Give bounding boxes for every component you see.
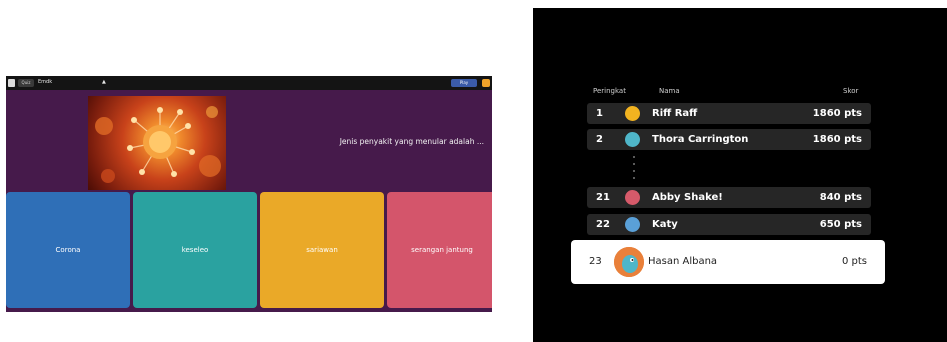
row-rank: 22 bbox=[596, 219, 610, 230]
leaderboard-row: 1 Riff Raff 1860 pts bbox=[587, 103, 871, 124]
row-name: Katy bbox=[652, 219, 678, 230]
avatar-icon bbox=[625, 132, 640, 147]
answer-option-3[interactable]: sariawan bbox=[260, 192, 384, 308]
row-name: Riff Raff bbox=[652, 108, 698, 119]
toolbar-indicator-icon: ▲ bbox=[102, 79, 106, 85]
answer-option-2[interactable]: keseleo bbox=[133, 192, 257, 308]
row-score: 840 pts bbox=[819, 192, 862, 203]
answer-label: keseleo bbox=[181, 246, 209, 254]
current-player-row: 23 Hasan Albana 0 pts bbox=[571, 240, 885, 284]
toolbar-title: Emdk bbox=[38, 79, 53, 85]
row-rank: 2 bbox=[596, 134, 603, 145]
name-column-header: Nama bbox=[659, 87, 680, 95]
quiz-toolbar: Quiz Emdk ▲ Play bbox=[6, 76, 492, 90]
row-score: 650 pts bbox=[819, 219, 862, 230]
menu-button[interactable]: Quiz bbox=[18, 79, 34, 87]
row-rank: 21 bbox=[596, 192, 610, 203]
row-rank: 23 bbox=[589, 256, 602, 267]
answer-label: Corona bbox=[55, 246, 81, 254]
ellipsis-dot bbox=[633, 163, 635, 165]
play-button[interactable]: Play bbox=[451, 79, 477, 87]
answer-label: sariawan bbox=[306, 246, 338, 254]
leaderboard-row: 21 Abby Shake! 840 pts bbox=[587, 187, 871, 208]
row-rank: 1 bbox=[596, 108, 603, 119]
ellipsis-dot bbox=[633, 177, 635, 179]
row-score: 0 pts bbox=[841, 256, 867, 267]
leaderboard-row: 2 Thora Carrington 1860 pts bbox=[587, 129, 871, 150]
virus-image bbox=[88, 96, 226, 190]
avatar-icon bbox=[625, 217, 640, 232]
profile-icon[interactable] bbox=[482, 79, 490, 87]
rank-column-header: Peringkat bbox=[593, 87, 626, 95]
row-score: 1860 pts bbox=[812, 108, 862, 119]
dinosaur-avatar-icon bbox=[614, 247, 644, 277]
leaderboard-row: 22 Katy 650 pts bbox=[587, 214, 871, 235]
row-score: 1860 pts bbox=[812, 134, 862, 145]
question-text: Jenis penyakit yang menular adalah ... bbox=[339, 137, 484, 146]
app-logo-icon bbox=[8, 79, 15, 87]
virus-illustration-icon bbox=[95, 106, 221, 183]
answer-option-1[interactable]: Corona bbox=[6, 192, 130, 308]
avatar-icon bbox=[614, 247, 644, 277]
ellipsis-dot bbox=[633, 156, 635, 158]
score-column-header: Skor bbox=[843, 87, 859, 95]
ellipsis-dot bbox=[633, 170, 635, 172]
row-name: Abby Shake! bbox=[652, 192, 723, 203]
quiz-screen: Quiz Emdk ▲ Play Jenis penyakit yang men… bbox=[6, 76, 492, 312]
row-name: Hasan Albana bbox=[648, 256, 718, 267]
answer-option-4[interactable]: serangan jantung bbox=[387, 192, 492, 308]
avatar-icon bbox=[625, 190, 640, 205]
leaderboard-screen: Peringkat Nama Skor 1 Riff Raff 1860 pts… bbox=[533, 8, 947, 342]
avatar-icon bbox=[625, 106, 640, 121]
row-name: Thora Carrington bbox=[652, 134, 749, 145]
answer-label: serangan jantung bbox=[411, 246, 473, 254]
